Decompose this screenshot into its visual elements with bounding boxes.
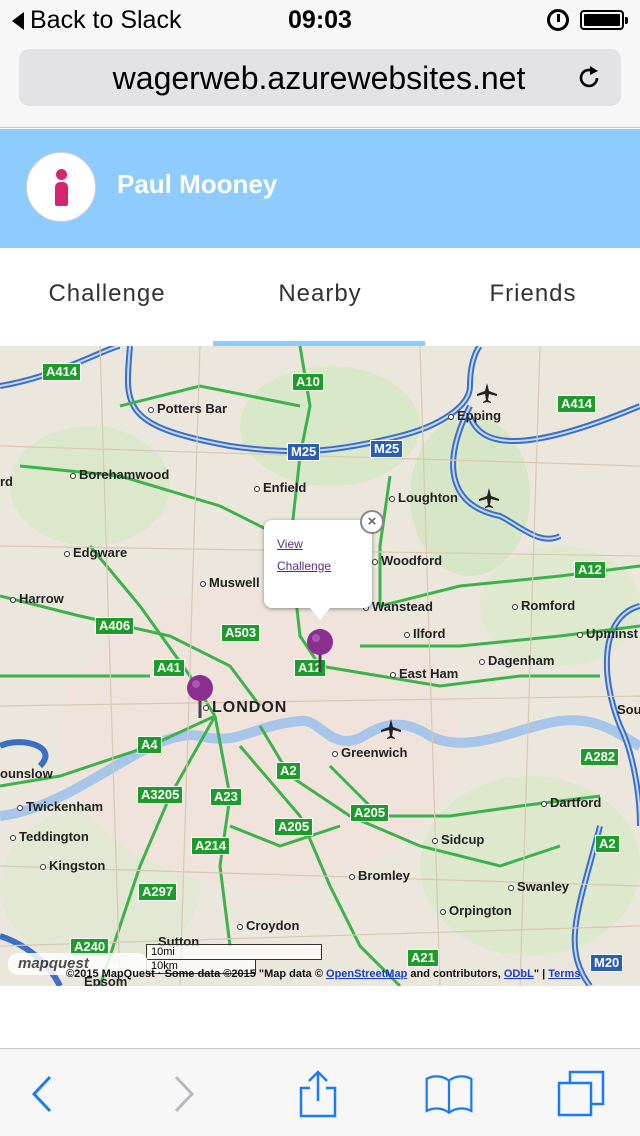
place-label: Greenwich (332, 745, 407, 760)
road-label: A21 (407, 949, 439, 967)
place-label: Croydon (237, 918, 299, 933)
person-icon (56, 169, 67, 180)
map-pin-icon[interactable] (185, 674, 215, 720)
road-label: A23 (210, 788, 242, 806)
airport-icon (477, 383, 497, 403)
place-label: Upminst (577, 626, 638, 641)
view-link[interactable]: View (277, 537, 303, 551)
place-label: Harrow (10, 591, 64, 606)
bookmarks-icon[interactable] (424, 1069, 474, 1119)
road-label: A12 (574, 561, 606, 579)
place-label: Woodford (372, 553, 442, 568)
tabs-icon[interactable] (556, 1069, 606, 1119)
profile-header: Paul Mooney (0, 129, 640, 248)
road-label: A205 (274, 818, 314, 836)
road-label: A2 (595, 835, 620, 853)
tab-bar: Challenge Nearby Friends (0, 248, 640, 346)
road-label: A10 (292, 373, 324, 391)
road-label: M25 (370, 440, 404, 458)
road-label: A503 (221, 624, 261, 642)
place-label: Dartford (541, 795, 601, 810)
map-view[interactable]: A414 A10 A414 M25 M25 A12 A406 A503 A41 … (0, 346, 640, 986)
clock: 09:03 (288, 6, 352, 34)
place-label: Orpington (440, 903, 512, 918)
place-label: Enfield (254, 480, 306, 495)
place-label: Romford (512, 598, 575, 613)
airport-icon (381, 719, 401, 739)
road-label: A414 (557, 395, 597, 413)
place-label: Loughton (389, 490, 458, 505)
place-label: Ilford (404, 626, 446, 641)
road-label: A414 (42, 363, 82, 381)
place-label-london: LONDON (203, 699, 287, 717)
road-label: A205 (350, 804, 390, 822)
place-label: Epping (448, 408, 501, 423)
road-label: M20 (590, 954, 624, 972)
battery-icon (580, 10, 628, 30)
forward-icon[interactable] (158, 1069, 208, 1119)
url-text[interactable]: wagerweb.azurewebsites.net (19, 60, 619, 97)
place-label: rd (0, 474, 13, 489)
road-label: A214 (191, 837, 231, 855)
terms-link[interactable]: Terms (548, 968, 580, 980)
place-label: Dagenham (479, 653, 554, 668)
place-label: Teddington (10, 829, 89, 844)
road-label: A406 (95, 617, 135, 635)
browser-toolbar (0, 1048, 640, 1136)
tab-challenge[interactable]: Challenge (0, 280, 214, 308)
place-label: Potters Bar (148, 401, 227, 416)
address-bar[interactable]: wagerweb.azurewebsites.net (19, 49, 621, 106)
place-label: Borehamwood (70, 467, 169, 482)
road-label: A2 (276, 762, 301, 780)
user-name: Paul Mooney (117, 169, 278, 199)
map-attribution: ©2015 MapQuest · Some data ©2015 "Map da… (66, 968, 581, 980)
browser-address-area: wagerweb.azurewebsites.net (0, 40, 640, 128)
alarm-icon (547, 9, 569, 31)
road-label: A4 (137, 736, 162, 754)
person-icon-body (55, 182, 68, 206)
place-label: Sidcup (432, 832, 484, 847)
place-label: East Ham (390, 666, 458, 681)
avatar[interactable] (26, 152, 96, 222)
challenge-link[interactable]: Challenge (277, 559, 331, 573)
tab-nearby[interactable]: Nearby (213, 280, 427, 308)
place-label: Wanstead (363, 599, 433, 614)
place-label: Edgware (64, 545, 127, 560)
reload-icon[interactable] (576, 65, 602, 91)
map-popup: View Challenge × (264, 510, 384, 620)
place-label: ounslow (0, 766, 53, 781)
back-icon[interactable] (18, 1069, 68, 1119)
osm-link[interactable]: OpenStreetMap (326, 968, 407, 980)
road-label: A297 (138, 883, 178, 901)
close-icon[interactable]: × (360, 510, 384, 534)
odbl-link[interactable]: ODbL (504, 968, 534, 980)
place-label: Bromley (349, 868, 410, 883)
airport-icon (479, 488, 499, 508)
map-pin-icon[interactable] (305, 628, 335, 674)
road-label: A41 (153, 659, 185, 677)
scale-bar-miles: 10mi (146, 944, 322, 960)
road-label: M25 (287, 443, 321, 461)
place-label: Sou (617, 702, 640, 717)
place-label: Swanley (508, 879, 569, 894)
road-label: A3205 (137, 786, 184, 804)
status-bar: Back to Slack 09:03 (0, 0, 640, 40)
place-label: Kingston (40, 858, 105, 873)
place-label: Muswell (200, 575, 260, 590)
share-icon[interactable] (293, 1069, 343, 1119)
tab-friends[interactable]: Friends (426, 280, 640, 308)
place-label: Twickenham (17, 799, 103, 814)
road-label: A282 (580, 748, 620, 766)
